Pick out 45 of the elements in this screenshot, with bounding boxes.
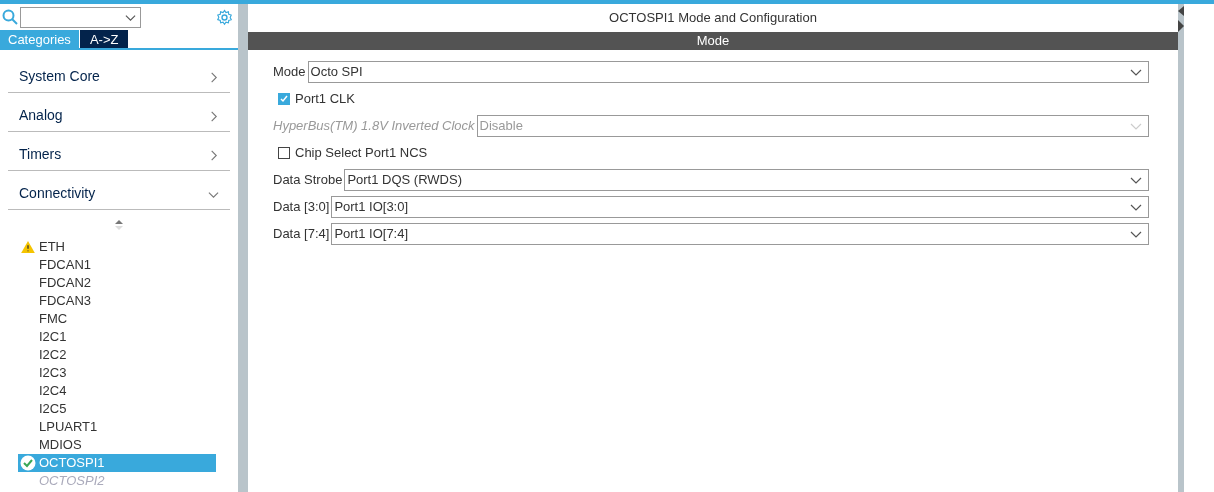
collapse-toggle-icon[interactable] bbox=[1178, 6, 1184, 34]
peripheral-item[interactable]: I2C4 bbox=[18, 382, 216, 400]
category-header[interactable]: System Core bbox=[8, 54, 230, 93]
checkbox-label: Chip Select Port1 NCS bbox=[295, 143, 428, 162]
search-dropdown[interactable] bbox=[20, 6, 141, 28]
field-label: Mode bbox=[273, 62, 306, 81]
chevron-right-icon bbox=[208, 111, 219, 122]
peripheral-item[interactable]: FDCAN1 bbox=[18, 256, 216, 274]
settings-icon[interactable] bbox=[216, 8, 233, 26]
sort-icon[interactable] bbox=[115, 220, 123, 230]
chevron-right-icon bbox=[208, 150, 219, 161]
peripheral-item[interactable]: I2C5 bbox=[18, 400, 216, 418]
peripheral-item[interactable]: FDCAN3 bbox=[18, 292, 216, 310]
dropdown[interactable]: Port1 DQS (RWDS) bbox=[344, 168, 1149, 191]
dropdown[interactable]: Port1 IO[7:4] bbox=[331, 222, 1149, 245]
peripheral-item[interactable]: LPUART1 bbox=[18, 418, 216, 436]
field-label: Data Strobe bbox=[273, 170, 343, 189]
category-header[interactable]: Connectivity bbox=[8, 171, 230, 210]
peripheral-item[interactable]: MDIOS bbox=[18, 436, 216, 454]
search-icon[interactable] bbox=[2, 9, 18, 25]
panel-title: OCTOSPI1 Mode and Configuration bbox=[608, 9, 818, 28]
peripheral-item[interactable]: I2C1 bbox=[18, 328, 216, 346]
chevron-down-icon bbox=[208, 189, 219, 200]
category-header[interactable]: Analog bbox=[8, 93, 230, 132]
checkbox-label: Port1 CLK bbox=[295, 89, 355, 108]
field-label: HyperBus(TM) 1.8V Inverted Clock bbox=[273, 116, 475, 135]
peripheral-item[interactable]: FMC bbox=[18, 310, 216, 328]
dropdown[interactable]: Octo SPI bbox=[307, 60, 1149, 83]
checkbox[interactable] bbox=[278, 146, 290, 159]
field-label: Data [3:0] bbox=[273, 197, 330, 216]
peripheral-item[interactable]: ETH bbox=[18, 238, 216, 256]
sidebar-scrollbar[interactable] bbox=[238, 4, 248, 492]
splitter-bar[interactable] bbox=[1178, 4, 1184, 492]
peripheral-item[interactable]: FDCAN2 bbox=[18, 274, 216, 292]
check-circle-icon bbox=[20, 455, 36, 471]
section-header: Mode bbox=[248, 32, 1178, 50]
field-label: Data [7:4] bbox=[273, 224, 330, 243]
category-header[interactable]: Timers bbox=[8, 132, 230, 171]
dropdown[interactable]: Port1 IO[3:0] bbox=[331, 195, 1149, 218]
chevron-right-icon bbox=[208, 72, 219, 83]
warning-icon bbox=[21, 241, 35, 253]
tab[interactable]: A->Z bbox=[79, 30, 129, 48]
peripheral-item[interactable]: I2C2 bbox=[18, 346, 216, 364]
peripheral-item[interactable]: I2C3 bbox=[18, 364, 216, 382]
checkbox[interactable] bbox=[278, 92, 290, 105]
